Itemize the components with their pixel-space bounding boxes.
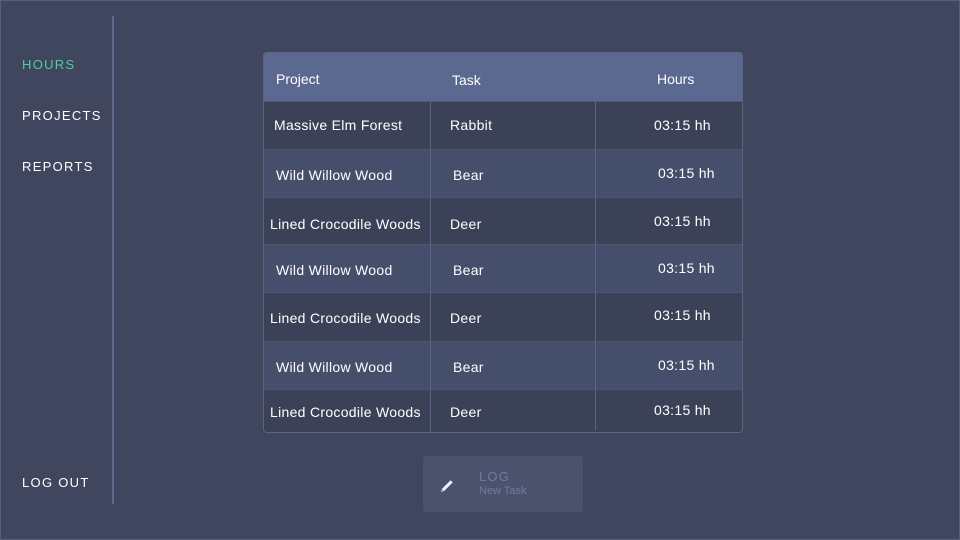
table-row[interactable]: Wild Willow Wood Bear 03:15 hh xyxy=(264,341,742,389)
nav-item-reports[interactable]: REPORTS xyxy=(22,159,94,174)
cell-project: Lined Crocodile Woods xyxy=(270,216,421,232)
sidebar-divider xyxy=(112,16,114,504)
cell-hours: 03:15 hh xyxy=(658,357,715,373)
cell-hours: 03:15 hh xyxy=(654,307,711,323)
cell-hours: 03:15 hh xyxy=(654,402,711,418)
column-header-task[interactable]: Task xyxy=(452,72,481,88)
cell-project: Lined Crocodile Woods xyxy=(270,310,421,326)
cell-project: Wild Willow Wood xyxy=(276,167,393,183)
column-header-project[interactable]: Project xyxy=(276,71,320,87)
table-row[interactable]: Lined Crocodile Woods Deer 03:15 hh xyxy=(264,389,742,432)
cell-project: Wild Willow Wood xyxy=(276,262,393,278)
cell-project: Massive Elm Forest xyxy=(274,117,403,133)
column-divider xyxy=(595,101,596,430)
log-sublabel: New Task xyxy=(479,485,527,497)
nav-item-hours[interactable]: HOURS xyxy=(22,57,75,72)
table-row[interactable]: Massive Elm Forest Rabbit 03:15 hh xyxy=(264,101,742,149)
cell-task: Deer xyxy=(450,404,482,420)
cell-task: Bear xyxy=(453,359,484,375)
cell-project: Wild Willow Wood xyxy=(276,359,393,375)
cell-hours: 03:15 hh xyxy=(654,117,711,133)
column-divider xyxy=(430,101,431,432)
cell-hours: 03:15 hh xyxy=(658,260,715,276)
cell-task: Rabbit xyxy=(450,117,493,133)
logout-button[interactable]: LOG OUT xyxy=(22,475,90,490)
column-header-hours[interactable]: Hours xyxy=(657,71,694,87)
table-row[interactable]: Wild Willow Wood Bear 03:15 hh xyxy=(264,244,742,292)
log-new-task-button[interactable]: LOG New Task xyxy=(423,456,583,512)
table-row[interactable]: Lined Crocodile Woods Deer 03:15 hh xyxy=(264,292,742,341)
hours-table: Project Task Hours Massive Elm Forest Ra… xyxy=(263,52,743,433)
sidebar: HOURS PROJECTS REPORTS LOG OUT xyxy=(0,0,114,540)
pencil-icon xyxy=(437,476,457,496)
cell-task: Deer xyxy=(450,310,482,326)
table-row[interactable]: Wild Willow Wood Bear 03:15 hh xyxy=(264,149,742,197)
table-row[interactable]: Lined Crocodile Woods Deer 03:15 hh xyxy=(264,197,742,244)
table-header: Project Task Hours xyxy=(264,53,742,101)
cell-hours: 03:15 hh xyxy=(658,165,715,181)
cell-task: Bear xyxy=(453,262,484,278)
log-label: LOG xyxy=(479,469,511,484)
nav-item-projects[interactable]: PROJECTS xyxy=(22,108,102,123)
cell-task: Bear xyxy=(453,167,484,183)
cell-hours: 03:15 hh xyxy=(654,213,711,229)
cell-task: Deer xyxy=(450,216,482,232)
cell-project: Lined Crocodile Woods xyxy=(270,404,421,420)
